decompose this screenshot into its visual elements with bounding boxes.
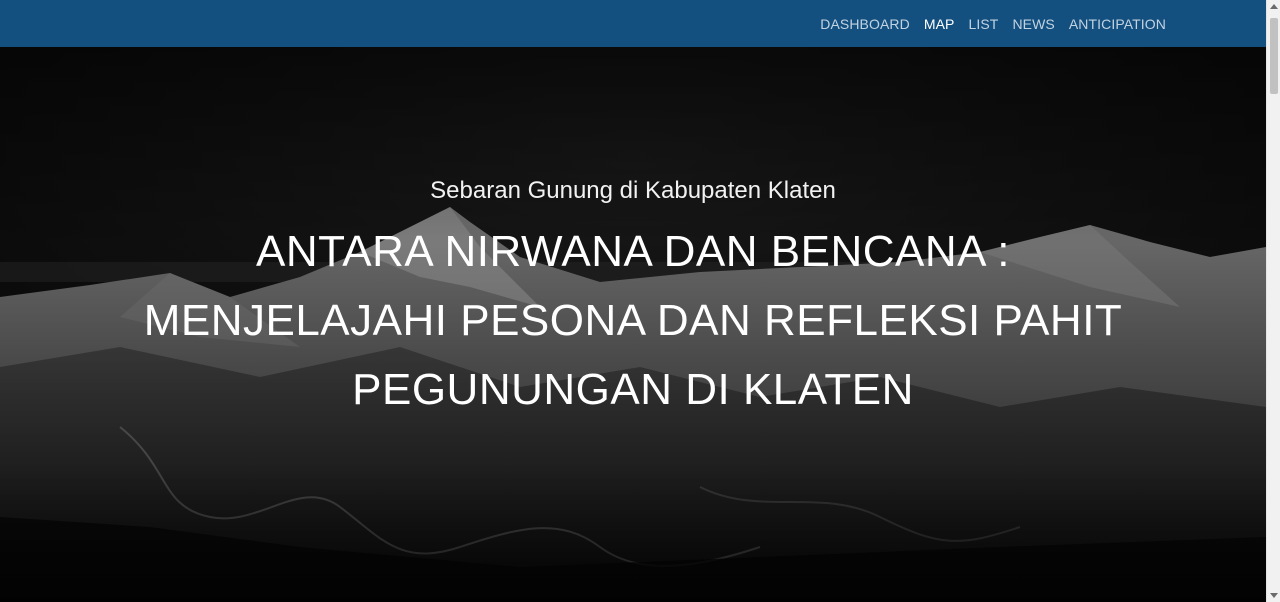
page: DASHBOARD MAP LIST NEWS ANTICIPATION Seb… [0,0,1280,602]
nav-list[interactable]: LIST [968,16,998,32]
vertical-scrollbar[interactable] [1266,0,1280,602]
hero-subtitle: Sebaran Gunung di Kabupaten Klaten [430,177,836,204]
scroll-down-arrow-icon[interactable] [1270,593,1278,598]
hero-title-line-1: ANTARA NIRWANA DAN BENCANA : [255,227,1010,276]
scroll-up-arrow-icon[interactable] [1270,4,1278,9]
hero-title-line-2: MENJELAJAHI PESONA DAN REFLEKSI PAHIT [143,296,1123,345]
hero-title-line-3: PEGUNUNGAN DI KLATEN [352,365,914,414]
top-navbar: DASHBOARD MAP LIST NEWS ANTICIPATION [0,0,1266,47]
nav-map[interactable]: MAP [924,16,955,32]
scroll-thumb[interactable] [1270,18,1278,94]
nav-news[interactable]: NEWS [1012,16,1054,32]
nav-dashboard[interactable]: DASHBOARD [820,16,910,32]
nav-anticipation[interactable]: ANTICIPATION [1069,16,1166,32]
hero-section: Sebaran Gunung di Kabupaten Klaten ANTAR… [0,47,1266,602]
hero-title: ANTARA NIRWANA DAN BENCANA : MENJELAJAHI… [120,217,1146,424]
